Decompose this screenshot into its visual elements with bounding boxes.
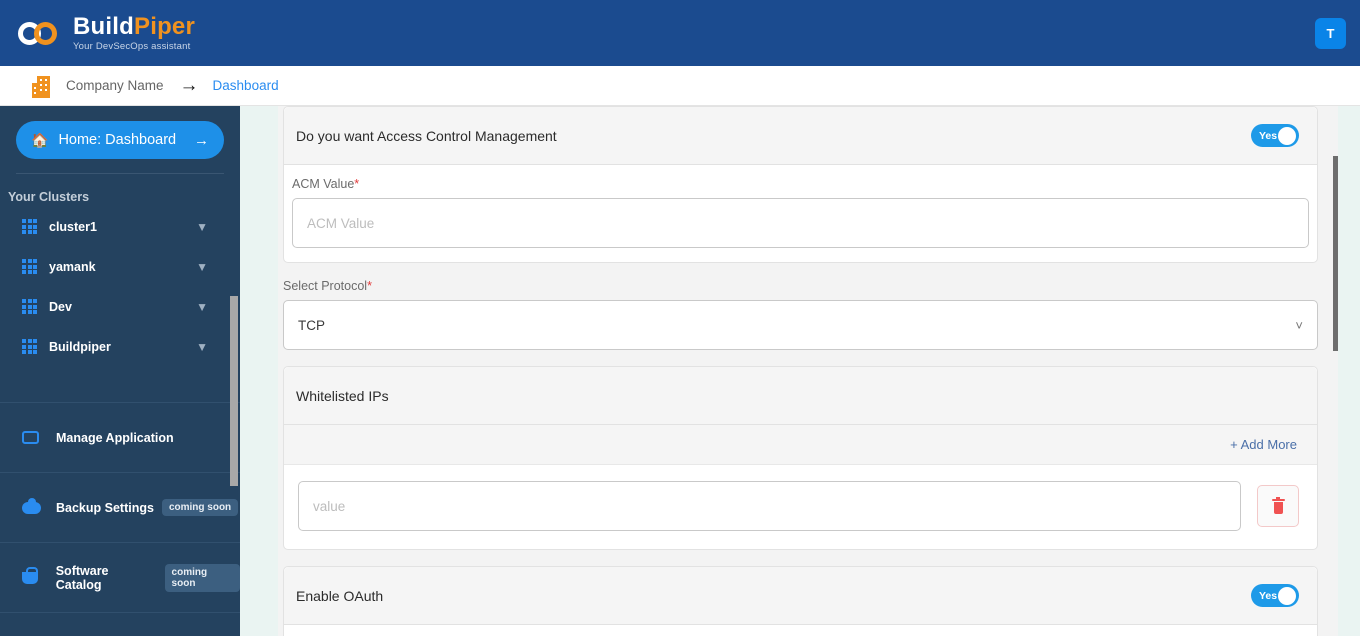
access-control-management-card: Do you want Access Control Management Ye… (283, 106, 1318, 263)
top-header-bar: BuildPiper Your DevSecOps assistant T (0, 0, 1360, 66)
oauth-toggle-label: Yes (1259, 589, 1278, 602)
breadcrumb-dashboard-link[interactable]: Dashboard (213, 78, 279, 93)
home-button-label: Home: Dashboard (58, 132, 177, 148)
add-more-row: + Add More (284, 425, 1317, 465)
sidebar-home-dashboard-button[interactable]: 🏠 Home: Dashboard → (16, 121, 224, 159)
whitelisted-ip-row (284, 465, 1317, 549)
delete-ip-button[interactable] (1257, 485, 1299, 527)
whitelisted-ips-card: Whitelisted IPs + Add More (283, 366, 1318, 550)
building-icon (32, 74, 54, 98)
add-more-button[interactable]: + Add More (1230, 437, 1297, 452)
required-asterisk: * (367, 279, 372, 293)
brand-logo[interactable]: BuildPiper Your DevSecOps assistant (0, 12, 196, 52)
grid-icon (22, 299, 37, 314)
acm-card-body: ACM Value* (284, 165, 1317, 262)
arrow-right-icon: → (194, 131, 209, 149)
acm-card-title: Do you want Access Control Management (296, 127, 557, 144)
sidebar-item-help-and-support[interactable]: Help & Support coming soon (0, 613, 240, 636)
grid-icon (22, 339, 37, 354)
grid-icon (22, 219, 37, 234)
sidebar-cluster-yamank[interactable]: yamank ▼ (0, 249, 240, 284)
sidebar-item-label: Manage Application (56, 430, 174, 445)
protocol-selected-value: TCP (298, 317, 325, 333)
coming-soon-badge: coming soon (164, 563, 240, 592)
logo-text-piper: Piper (134, 12, 196, 40)
sidebar-cluster-buildpiper[interactable]: Buildpiper ▼ (0, 329, 240, 364)
acm-card-header: Do you want Access Control Management Ye… (284, 107, 1317, 165)
sidebar-cluster-dev[interactable]: Dev ▼ (0, 289, 240, 324)
whitelisted-ip-input[interactable] (298, 481, 1241, 531)
chevron-down-icon[interactable]: ▼ (196, 300, 208, 314)
breadcrumb-arrow-icon: → (179, 75, 199, 96)
content-right-gutter (1338, 106, 1360, 636)
cluster-label: Buildpiper (49, 339, 111, 354)
basket-icon (22, 566, 44, 584)
chevron-down-icon: ˅ (1295, 317, 1303, 333)
sidebar-cluster-cluster1[interactable]: cluster1 ▼ (0, 209, 240, 244)
oauth-card-title: Enable OAuth (296, 587, 384, 604)
acm-toggle[interactable]: Yes (1251, 124, 1299, 147)
select-protocol-group: Select Protocol* TCP ˅ (283, 279, 1318, 350)
logo-tagline: Your DevSecOps assistant (73, 40, 191, 52)
sidebar-item-label: Backup Settings (56, 500, 154, 515)
coming-soon-badge: coming soon (161, 499, 239, 516)
monitor-icon (22, 431, 44, 444)
oauth-card-body: OAuth Client (284, 625, 1317, 636)
main-content-panel: Do you want Access Control Management Ye… (278, 106, 1338, 636)
sidebar: 🏠 Home: Dashboard → Your Clusters cluste… (0, 106, 240, 636)
grid-icon (22, 259, 37, 274)
home-icon: 🏠 (31, 131, 49, 148)
oauth-card-header: Enable OAuth Yes (284, 567, 1317, 625)
sidebar-item-backup-settings[interactable]: Backup Settings coming soon (0, 473, 240, 542)
oauth-toggle[interactable]: Yes (1251, 584, 1299, 607)
acm-toggle-label: Yes (1259, 129, 1278, 142)
whitelisted-ips-title: Whitelisted IPs (296, 387, 389, 404)
avatar[interactable]: T (1315, 18, 1346, 49)
toggle-knob (1278, 586, 1296, 605)
chevron-down-icon[interactable]: ▼ (196, 340, 208, 354)
sidebar-item-software-catalog[interactable]: Software Catalog coming soon (0, 543, 240, 612)
cluster-label: Dev (49, 299, 72, 314)
chevron-down-icon[interactable]: ▼ (196, 220, 208, 234)
breadcrumb: Company Name → Dashboard (0, 66, 1360, 106)
sidebar-item-manage-application[interactable]: Manage Application (0, 403, 240, 472)
whitelisted-ips-header: Whitelisted IPs (284, 367, 1317, 425)
select-protocol-label-text: Select Protocol (283, 279, 368, 293)
select-protocol-label: Select Protocol* (283, 279, 1318, 293)
trash-icon (1271, 496, 1285, 514)
enable-oauth-card: Enable OAuth Yes OAuth Client (283, 566, 1318, 636)
toggle-knob (1278, 126, 1296, 145)
acm-value-label: ACM Value* (292, 177, 1309, 191)
logo-text-build: Build (73, 12, 134, 40)
cluster-label: cluster1 (49, 219, 97, 234)
breadcrumb-company: Company Name (66, 78, 164, 93)
required-asterisk: * (354, 177, 360, 191)
your-clusters-heading: Your Clusters (8, 190, 90, 204)
acm-value-input[interactable] (292, 198, 1309, 248)
sidebar-item-label: Software Catalog (55, 563, 109, 592)
chevron-down-icon[interactable]: ▼ (196, 260, 208, 274)
acm-value-label-text: ACM Value (292, 177, 355, 191)
cloud-upload-icon (22, 497, 44, 514)
sidebar-scrollbar-thumb[interactable] (230, 296, 238, 486)
infinity-rings-icon (18, 18, 64, 48)
content-left-gutter (240, 106, 278, 636)
protocol-dropdown[interactable]: TCP ˅ (283, 300, 1318, 350)
main-scrollbar-thumb[interactable] (1333, 156, 1338, 351)
cluster-label: yamank (49, 259, 96, 274)
